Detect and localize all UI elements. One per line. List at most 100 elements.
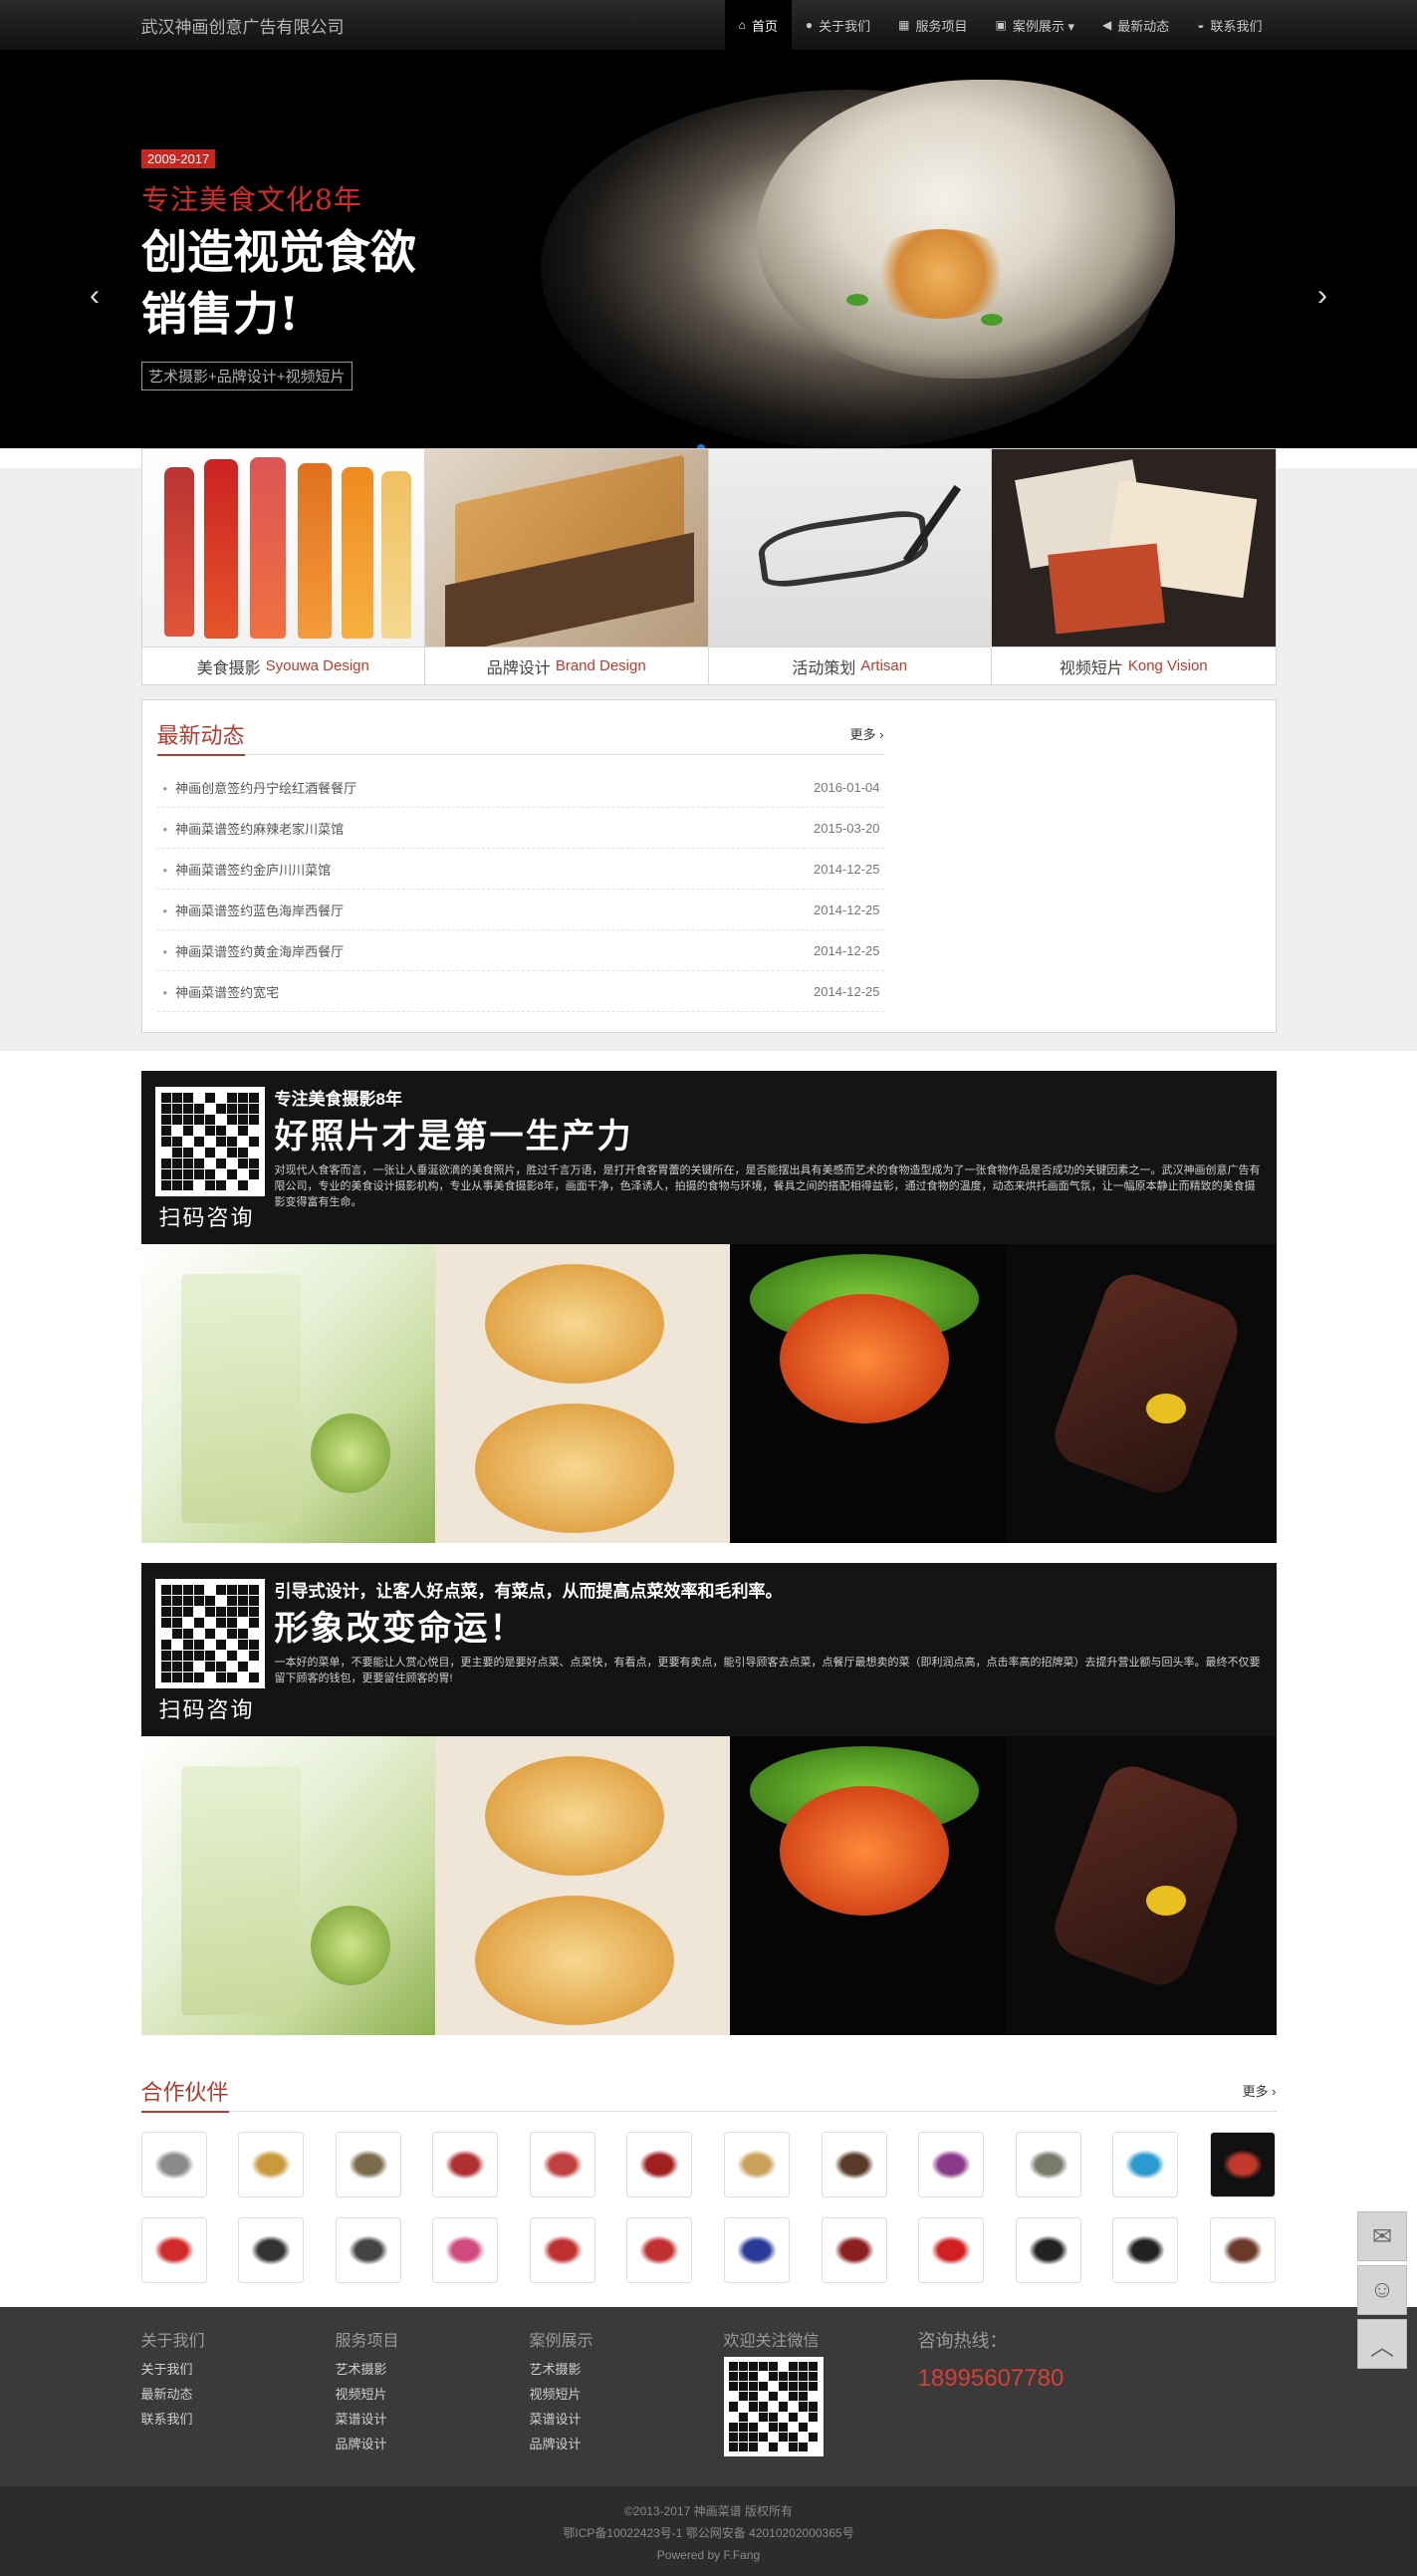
partner-logo[interactable] [529, 2217, 595, 2283]
next-slide-icon[interactable]: › [1317, 279, 1327, 313]
partner-logo[interactable] [1112, 2132, 1179, 2197]
nav-news[interactable]: ◀ 最新动态 [1088, 0, 1183, 50]
footer-col-about: 关于我们 关于我们 最新动态 联系我们 [141, 2327, 336, 2456]
partner-logo[interactable] [529, 2132, 595, 2197]
news-item-title[interactable]: 神画菜谱签约宽宅 [157, 982, 279, 1001]
card-brand-design[interactable]: 品牌设计 Brand Design [425, 449, 709, 684]
partner-logo-mark [737, 2150, 778, 2180]
promo-photos [140, 1736, 1277, 2035]
company-name[interactable]: 武汉神画创意广告有限公司 [141, 13, 345, 38]
footer-link[interactable]: 最新动态 [141, 2382, 336, 2407]
footer-link[interactable]: 联系我们 [141, 2407, 336, 2432]
footer-link[interactable]: 视频短片 [530, 2382, 724, 2407]
partner-logo[interactable] [432, 2217, 499, 2283]
footer-link[interactable]: 品牌设计 [530, 2432, 724, 2456]
news-item-title[interactable]: 神画菜谱签约蓝色海岸西餐厅 [157, 901, 344, 919]
footer-col-services: 服务项目 艺术摄影 视频短片 菜谱设计 品牌设计 [336, 2327, 530, 2456]
card-title-cn: 美食摄影 [196, 659, 261, 677]
promo-description: 一本好的菜单，不要能让人赏心悦目，更主要的是要好点菜、点菜快，有看点，更要有卖点… [274, 1657, 1261, 1684]
card-title-en: Kong Vision [1127, 657, 1208, 674]
partner-logo-mark [348, 2150, 388, 2180]
card-image-bottles [141, 449, 424, 646]
card-food-photography[interactable]: 美食摄影 Syouwa Design [141, 449, 425, 684]
partner-logo[interactable] [626, 2217, 693, 2283]
photo-pineapple-tarts [434, 1736, 730, 2035]
card-title-en: Artisan [860, 657, 908, 674]
partner-logo-mark [445, 2235, 486, 2265]
nav-home[interactable]: ⌂ 首页 [724, 0, 792, 50]
nav-contact[interactable]: ◒ 联系我们 [1183, 0, 1276, 50]
promo-line-1: 专注美食摄影8年 [274, 1090, 402, 1109]
news-item[interactable]: 神画菜谱签约宽宅 2014-12-25 [156, 971, 884, 1012]
partner-logo[interactable] [1015, 2132, 1081, 2197]
news-item-date: 2014-12-25 [814, 861, 880, 877]
partner-logo[interactable] [1210, 2132, 1277, 2197]
partners-more-link[interactable]: 更多 › [1243, 2081, 1277, 2100]
partner-logo[interactable] [238, 2217, 305, 2283]
hotline-number[interactable]: 18995607780 [918, 2365, 1064, 2393]
partner-logo[interactable] [335, 2217, 401, 2283]
wechat-icon[interactable]: ✉ [1357, 2211, 1407, 2261]
partner-logo[interactable] [432, 2132, 499, 2197]
partners-section: 合作伙伴 更多 › [140, 2075, 1277, 2283]
promo-line-2: 形象改变命运！ [274, 1610, 526, 1648]
footer-link[interactable]: 艺术摄影 [530, 2357, 724, 2382]
news-item-title[interactable]: 神画菜谱签约金庐川川菜馆 [157, 860, 331, 879]
partner-logo[interactable] [821, 2132, 887, 2197]
footer-link[interactable]: 菜谱设计 [336, 2407, 530, 2432]
footer-link[interactable]: 关于我们 [141, 2357, 336, 2382]
home-icon: ⌂ [738, 18, 746, 32]
partner-logo[interactable] [626, 2132, 693, 2197]
news-item[interactable]: 神画菜谱签约蓝色海岸西餐厅 2014-12-25 [156, 890, 884, 930]
promo-block-photography: 扫码咨询 专注美食摄影8年 好照片才是第一生产力 对现代人食客而言，一张让人垂涎… [140, 1071, 1277, 1543]
user-icon: ● [805, 18, 814, 32]
partner-logo[interactable] [238, 2132, 305, 2197]
news-item[interactable]: 神画创意签约丹宁绘红酒餐餐厅 2016-01-04 [156, 767, 884, 808]
news-item-title[interactable]: 神画菜谱签约麻辣老家川菜馆 [157, 819, 344, 838]
card-image-wood-menu [425, 449, 708, 646]
news-item-title[interactable]: 神画创意签约丹宁绘红酒餐餐厅 [157, 778, 356, 797]
hero-leaf [981, 314, 1003, 326]
scan-label: 扫码咨询 [158, 1205, 255, 1230]
news-item[interactable]: 神画菜谱签约麻辣老家川菜馆 2015-03-20 [156, 808, 884, 849]
qq-icon[interactable]: ☺ [1357, 2265, 1407, 2315]
news-item-title[interactable]: 神画菜谱签约黄金海岸西餐厅 [157, 941, 344, 960]
nav-about[interactable]: ● 关于我们 [792, 0, 884, 50]
footer-col-title: 服务项目 [335, 2333, 399, 2350]
partner-logo[interactable] [1210, 2217, 1277, 2283]
partner-logo[interactable] [335, 2132, 401, 2197]
partner-logo[interactable] [140, 2132, 207, 2197]
partner-logo[interactable] [821, 2217, 887, 2283]
hero-years-badge: 2009-2017 [141, 149, 216, 168]
hero-banner: 2009-2017 专注美食文化8年 创造视觉食欲 销售力! 艺术摄影+品牌设计… [0, 50, 1417, 448]
card-event-planning[interactable]: 活动策划 Artisan [708, 449, 992, 684]
partner-logo[interactable] [724, 2132, 791, 2197]
back-to-top-icon[interactable]: ︿ [1357, 2319, 1407, 2369]
footer-link[interactable]: 品牌设计 [336, 2432, 530, 2456]
card-video[interactable]: 视频短片 Kong Vision [992, 449, 1276, 684]
icp-text[interactable]: 鄂ICP备10022423号-1 鄂公网安备 42010202000365号 [0, 2522, 1417, 2544]
partner-logo[interactable] [1015, 2217, 1081, 2283]
news-item[interactable]: 神画菜谱签约黄金海岸西餐厅 2014-12-25 [156, 930, 884, 971]
footer-link[interactable]: 菜谱设计 [530, 2407, 724, 2432]
news-more-link[interactable]: 更多 › [850, 724, 884, 743]
nav-services[interactable]: ▦ 服务项目 [884, 0, 981, 50]
partner-logo-mark [639, 2235, 680, 2265]
partner-logo[interactable] [1112, 2217, 1179, 2283]
partner-logo[interactable] [724, 2217, 791, 2283]
prev-slide-icon[interactable]: ‹ [90, 279, 100, 313]
footer-link[interactable]: 艺术摄影 [336, 2357, 530, 2382]
news-item[interactable]: 神画菜谱签约金庐川川菜馆 2014-12-25 [156, 849, 884, 890]
partner-logo[interactable] [918, 2132, 985, 2197]
footer: 关于我们 关于我们 最新动态 联系我们 服务项目 艺术摄影 视频短片 菜谱设计 … [0, 2307, 1417, 2486]
partner-logo[interactable] [918, 2217, 985, 2283]
wechat-qr-icon [723, 2357, 824, 2456]
partner-logo[interactable] [140, 2217, 207, 2283]
nav-cases[interactable]: ▣ 案例展示 ▾ [982, 0, 1088, 50]
news-item-date: 2014-12-25 [814, 902, 880, 917]
promo-line-1: 引导式设计，让客人好点菜，有菜点，从而提高点菜效率和毛利率。 [274, 1582, 783, 1601]
partners-header: 合作伙伴 更多 › [140, 2075, 1277, 2113]
hero-subtitle: 专注美食文化8年 [141, 183, 362, 216]
news-item-date: 2015-03-20 [814, 820, 880, 836]
footer-link[interactable]: 视频短片 [336, 2382, 530, 2407]
